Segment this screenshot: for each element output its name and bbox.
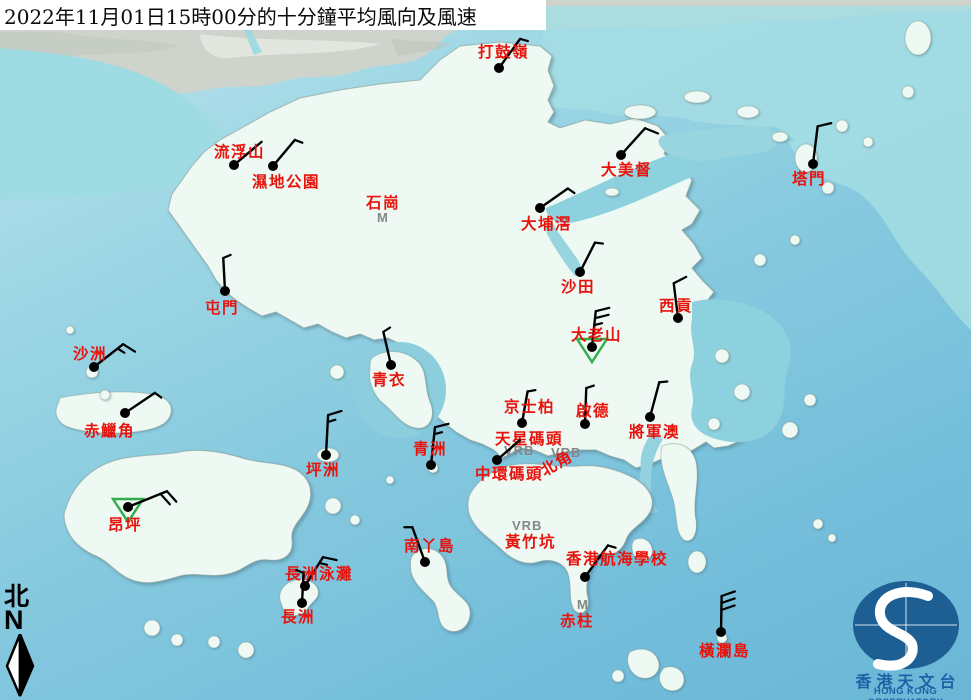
station-dot: [575, 267, 585, 277]
wind-barb-feather: [722, 591, 735, 596]
station-label: 赤鱲角: [84, 421, 135, 440]
station-dot: [386, 360, 396, 370]
station-label: 沙洲: [73, 344, 107, 363]
station-dot: [420, 557, 430, 567]
north-arrow-icon: [2, 634, 42, 698]
station-label: 赤柱: [560, 611, 594, 630]
north-label-letter: N: [4, 607, 42, 634]
wind-barb-feather: [528, 390, 536, 391]
station-dot: [808, 159, 818, 169]
hong-kong-island: [468, 464, 652, 613]
station-dot: [580, 572, 590, 582]
wind-station: 香港航海學校: [566, 545, 668, 582]
wind-barb-feather: [595, 243, 603, 244]
station-label: 屯門: [205, 298, 239, 317]
station-status: M: [577, 597, 589, 612]
lantau-island: [64, 450, 311, 582]
plover-cove-water: [659, 126, 777, 161]
station-label: 坪洲: [306, 460, 340, 479]
station-label: 沙田: [561, 277, 595, 296]
station-label: 大埔滘: [521, 214, 572, 233]
ma-wan-island: [330, 365, 344, 379]
station-label: 大老山: [571, 325, 622, 344]
station-label: 青洲: [413, 439, 447, 458]
station-label: 南丫島: [404, 536, 455, 555]
station-label: 西貢: [659, 296, 693, 315]
wind-barb-feather: [323, 557, 337, 560]
station-status: VRB: [512, 518, 542, 533]
station-dot: [220, 286, 230, 296]
hko-logo: 香港天文台 HONG KONG OBSERVATORY: [840, 580, 971, 700]
wind-barb-feather: [123, 344, 135, 351]
station-status: M: [377, 210, 389, 225]
map-title: 2022年11月01日15時00分的十分鐘平均風向及風速: [0, 0, 546, 30]
station-dot: [494, 63, 504, 73]
station-dot: [535, 203, 545, 213]
wind-barb-feather: [722, 598, 735, 603]
station-dot: [120, 408, 130, 418]
station-dot: [716, 627, 726, 637]
wind-barb-feather: [721, 605, 734, 610]
hong-kong-basemap: 打鼓嶺流浮山濕地公園M石崗大美督塔門大埔滘沙田屯門沙洲西貢大老山青衣赤鱲角坪洲青…: [0, 0, 971, 700]
wind-station: 沙洲: [73, 344, 135, 372]
station-label: 香港航海學校: [566, 549, 668, 568]
station-dot: [580, 419, 590, 429]
station-label: 黃竹坑: [504, 532, 556, 551]
station-dot: [426, 460, 436, 470]
station-label: 橫瀾島: [699, 641, 750, 660]
station-label: 長洲: [281, 607, 315, 626]
station-dot: [321, 450, 331, 460]
station-label: 塔門: [792, 169, 826, 188]
north-indicator: 北 N: [2, 584, 42, 700]
station-label: 中環碼頭: [475, 464, 543, 483]
lamma-island: [410, 549, 470, 632]
station-dot: [123, 502, 133, 512]
wind-barb-shaft: [721, 596, 722, 632]
station-label: 昂坪: [108, 515, 142, 534]
wind-barb-feather: [118, 349, 125, 353]
station-label: 青衣: [372, 370, 406, 389]
station-label: 京士柏: [504, 397, 555, 416]
station-label: 長洲泳灘: [285, 564, 353, 583]
station-label: 打鼓嶺: [478, 42, 529, 61]
wind-station: 橫瀾島: [699, 591, 750, 660]
wind-station: 坪洲: [306, 411, 341, 479]
clear-water-bay-peninsula: [661, 444, 697, 541]
wind-barb-feather: [659, 382, 667, 383]
station-label: 啟德: [576, 401, 610, 420]
station-label: 石崗: [365, 193, 400, 212]
wind-barb-feather: [520, 39, 528, 41]
hko-wind-map: 打鼓嶺流浮山濕地公園M石崗大美督塔門大埔滘沙田屯門沙洲西貢大老山青衣赤鱲角坪洲青…: [0, 0, 971, 700]
wind-barb-feather: [328, 411, 341, 415]
wind-station: M赤柱: [560, 597, 594, 630]
station-label: 大美督: [601, 160, 652, 179]
station-dot: [268, 161, 278, 171]
station-label: 濕地公園: [252, 172, 320, 191]
station-dot: [616, 150, 626, 160]
hko-logo-name-en: HONG KONG OBSERVATORY: [840, 686, 971, 700]
station-dot: [645, 412, 655, 422]
station-dot: [89, 362, 99, 372]
station-dot: [229, 160, 239, 170]
map-title-text: 2022年11月01日15時00分的十分鐘平均風向及風速: [4, 1, 477, 30]
port-shelter-water: [690, 299, 791, 442]
station-label: 將軍澳: [629, 422, 680, 441]
station-label: 流浮山: [214, 142, 265, 161]
station-dot: [517, 418, 527, 428]
wind-barb-feather: [435, 424, 449, 427]
